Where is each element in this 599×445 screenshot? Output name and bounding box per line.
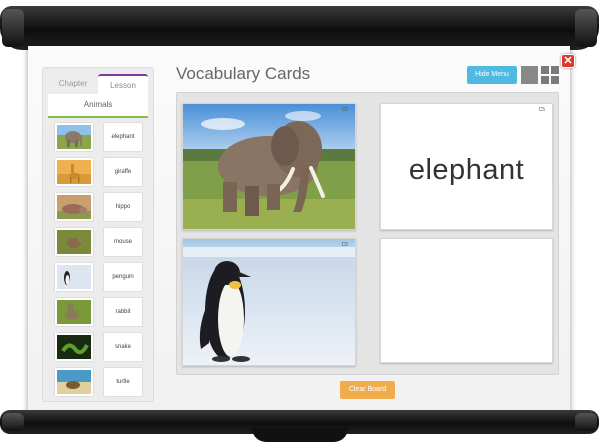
chapter-tag: C5 — [341, 242, 348, 248]
sidebar-tabs: Chapter Lesson — [48, 74, 148, 94]
roller-end-cap — [575, 9, 597, 47]
hippo-thumbnail[interactable] — [55, 193, 93, 221]
snake-thumbnail[interactable] — [55, 333, 93, 361]
sidebar: Chapter Lesson Animals elephant giraffe … — [42, 67, 154, 402]
word-button[interactable]: hippo — [103, 192, 143, 222]
word-button[interactable]: snake — [103, 332, 143, 362]
elephant-thumbnail[interactable] — [55, 123, 93, 151]
clear-board-button[interactable]: Clear Board — [340, 381, 395, 399]
list-item-giraffe[interactable]: giraffe — [48, 155, 148, 189]
screen-pull-handle — [252, 428, 348, 442]
vocabulary-list: elephant giraffe hippo mouse penguin rab… — [48, 120, 148, 400]
elephant-photo — [183, 104, 355, 229]
list-item-snake[interactable]: snake — [48, 330, 148, 364]
word-button[interactable]: elephant — [103, 122, 143, 152]
roller-end-cap — [2, 413, 24, 431]
list-item-turtle[interactable]: turtle — [48, 365, 148, 399]
image-card-elephant[interactable]: C5 — [182, 103, 356, 230]
chapter-tag: C5 — [538, 107, 545, 113]
list-item-hippo[interactable]: hippo — [48, 190, 148, 224]
penguin-thumbnail[interactable] — [55, 263, 93, 291]
blank-card[interactable] — [380, 238, 553, 363]
word-button[interactable]: rabbit — [103, 297, 143, 327]
rabbit-thumbnail[interactable] — [55, 298, 93, 326]
grid-cell — [551, 66, 559, 74]
grid-cell — [541, 76, 549, 84]
grid-cell — [551, 76, 559, 84]
list-item-rabbit[interactable]: rabbit — [48, 295, 148, 329]
page-title: Vocabulary Cards — [176, 64, 311, 83]
turtle-thumbnail[interactable] — [55, 368, 93, 396]
close-button[interactable]: ✕ — [561, 54, 575, 68]
single-view-button[interactable] — [521, 66, 538, 84]
mouse-thumbnail[interactable] — [55, 228, 93, 256]
penguin-photo — [183, 239, 355, 365]
screen-roller-top — [0, 6, 599, 50]
list-item-elephant[interactable]: elephant — [48, 120, 148, 154]
grid-view-button[interactable] — [541, 66, 559, 84]
card-word: elephant — [408, 154, 525, 186]
word-button[interactable]: giraffe — [103, 157, 143, 187]
close-icon: ✕ — [563, 55, 573, 67]
chapter-tag: C5 — [341, 107, 348, 113]
image-card-penguin[interactable]: C5 — [182, 238, 356, 366]
word-button[interactable]: mouse — [103, 227, 143, 257]
giraffe-thumbnail[interactable] — [55, 158, 93, 186]
roller-end-cap — [2, 9, 24, 47]
word-button[interactable]: penguin — [103, 262, 143, 292]
tab-chapter[interactable]: Chapter — [48, 74, 98, 94]
category-heading: Animals — [48, 94, 148, 118]
list-item-mouse[interactable]: mouse — [48, 225, 148, 259]
grid-cell — [541, 66, 549, 74]
word-button[interactable]: turtle — [103, 367, 143, 397]
hide-menu-button[interactable]: Hide Menu — [467, 66, 517, 84]
list-item-penguin[interactable]: penguin — [48, 260, 148, 294]
roller-end-cap — [575, 413, 597, 431]
tab-lesson[interactable]: Lesson — [98, 74, 148, 94]
word-card-elephant[interactable]: C5 elephant — [380, 103, 553, 230]
